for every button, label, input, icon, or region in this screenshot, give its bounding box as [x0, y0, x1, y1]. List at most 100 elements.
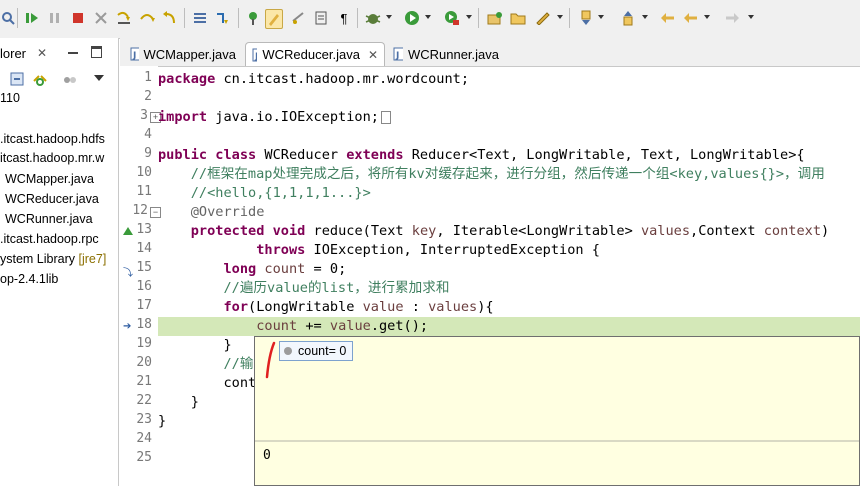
tree-label: itcast.hadoop.mr.w: [0, 151, 105, 165]
package-node[interactable]: itcast.hadoop.mr.w: [0, 151, 104, 165]
code-line: //框架在map处理完成之后，将所有kv对缓存起来，进行分组，然后传递一个组<k…: [158, 166, 825, 182]
line-number: 23: [136, 412, 152, 427]
tab-wcmapper[interactable]: J WCMapper.java: [124, 42, 242, 66]
suspend-icon[interactable]: [47, 9, 63, 27]
current-line-highlight: count += value.get();: [158, 317, 860, 336]
paragraph-icon[interactable]: ¶: [336, 9, 352, 27]
code-line: }: [158, 337, 232, 353]
package-node[interactable]: .itcast.hadoop.rpc: [0, 232, 99, 246]
package-node[interactable]: .itcast.hadoop.hdfs: [0, 132, 105, 146]
library-node[interactable]: op-2.4.1lib: [0, 272, 58, 286]
run-external-tools-icon[interactable]: [444, 9, 460, 27]
library-node[interactable]: ystem Library [jre7]: [0, 252, 106, 266]
code-line: throws IOException, InterruptedException…: [256, 242, 600, 258]
svg-text:J: J: [132, 51, 136, 61]
file-node-wcmapper[interactable]: WCMapper.java: [5, 172, 94, 186]
local-variable-icon: [284, 347, 292, 355]
toggle-block-selection-icon[interactable]: [290, 9, 306, 27]
tree-label: .itcast.hadoop.rpc: [0, 232, 99, 246]
explorer-tab-label[interactable]: lorer: [0, 46, 26, 61]
explorer-tab: lorer ✕: [0, 38, 118, 66]
step-over-icon[interactable]: [139, 9, 155, 27]
line-number: 25: [136, 450, 152, 465]
code-line: //<hello,{1,1,1,1...}>: [158, 185, 371, 201]
maximize-icon[interactable]: [91, 46, 102, 58]
line-number: 14: [136, 241, 152, 256]
step-into-icon[interactable]: [116, 9, 132, 27]
show-whitespace-icon[interactable]: [313, 9, 329, 27]
line-number: 3: [140, 108, 148, 123]
folded-import-box: [380, 110, 391, 124]
tab-wcreducer[interactable]: J WCReducer.java ✕: [245, 42, 385, 66]
previous-annotation-icon[interactable]: [620, 9, 636, 27]
collapse-all-icon[interactable]: [10, 72, 24, 91]
java-file-icon: J: [252, 48, 258, 62]
tab-close-icon[interactable]: ✕: [368, 48, 378, 62]
skip-breakpoints-icon[interactable]: [0, 9, 16, 27]
variable-label: count= 0: [298, 344, 347, 358]
line-number: 1: [144, 70, 152, 85]
line-number: 21: [136, 374, 152, 389]
view-menu-icon[interactable]: [94, 75, 104, 81]
code-line: }: [158, 394, 199, 410]
minimize-icon[interactable]: [68, 52, 78, 54]
line-number: 2: [144, 89, 152, 104]
toggle-mark-occurrences-icon[interactable]: [265, 9, 283, 29]
tree-label: WCReducer.java: [5, 192, 99, 206]
red-annotation-stroke-icon: [265, 341, 276, 379]
variable-inspect-popup: count= 0 0: [254, 336, 860, 486]
terminate-icon[interactable]: [70, 9, 86, 27]
tab-wcrunner[interactable]: J WCRunner.java: [387, 42, 505, 66]
tab-label: WCMapper.java: [143, 46, 236, 62]
disconnect-icon[interactable]: [93, 9, 109, 27]
explorer-close-icon[interactable]: ✕: [37, 46, 47, 60]
use-step-filters-icon[interactable]: [215, 9, 231, 27]
line-number: 4: [144, 127, 152, 142]
line-number: 24: [136, 431, 152, 446]
popup-detail-pane[interactable]: 0: [255, 442, 859, 485]
back-icon[interactable]: [683, 9, 699, 27]
override-marker-icon: [123, 227, 133, 235]
code-line: import java.io.IOException;: [158, 108, 391, 127]
step-return-icon[interactable]: [162, 9, 178, 27]
forward-icon[interactable]: [724, 9, 740, 27]
jre-tag: [jre7]: [78, 252, 107, 266]
resume-icon[interactable]: [24, 9, 40, 27]
code-line: protected void reduce(Text key, Iterable…: [190, 223, 830, 239]
code-line: for(LongWritable value : values){: [223, 299, 494, 315]
detail-value: 0: [263, 448, 271, 463]
file-node-wcrunner[interactable]: WCRunner.java: [5, 212, 93, 226]
new-java-package-icon[interactable]: [487, 9, 503, 27]
code-line: long count = 0;: [223, 261, 347, 277]
code-line: public class WCReducer extends Reducer<T…: [158, 147, 805, 163]
tree-label: WCRunner.java: [5, 212, 93, 226]
code-line: cont: [158, 375, 257, 391]
run-icon[interactable]: [404, 9, 420, 27]
java-file-icon: J: [130, 47, 139, 61]
line-number: 18: [136, 317, 152, 332]
tree-label: ystem Library: [0, 252, 76, 266]
open-folder-icon[interactable]: [510, 9, 526, 27]
pencil-icon[interactable]: [535, 9, 551, 27]
next-annotation-icon[interactable]: [578, 9, 594, 27]
line-number: 16: [136, 279, 152, 294]
line-number: 12: [132, 203, 148, 218]
run-to-line-icon[interactable]: [245, 9, 261, 27]
file-node-wcreducer[interactable]: WCReducer.java: [5, 192, 99, 206]
drop-to-frame-icon[interactable]: [192, 9, 208, 27]
last-edit-location-icon[interactable]: [660, 9, 676, 27]
line-number: 15: [136, 260, 152, 275]
line-number: 13: [136, 222, 152, 237]
link-with-editor-icon[interactable]: [32, 72, 48, 91]
project-node[interactable]: 110: [0, 91, 20, 105]
filter-icon[interactable]: [63, 73, 77, 91]
line-number-gutter: 1 2 3 4 9 10 11 12 13 14 15 16 17 18 19 …: [120, 66, 161, 486]
tab-label: WCReducer.java: [262, 47, 360, 62]
tree-label: 110: [0, 91, 20, 105]
instruction-pointer-icon: ➔: [123, 321, 132, 332]
line-number: 9: [144, 146, 152, 161]
debug-frame-marker-icon: ⤵: [123, 268, 133, 279]
line-number: 10: [136, 165, 152, 180]
debug-icon[interactable]: [365, 9, 381, 27]
variable-item[interactable]: count= 0: [279, 341, 354, 361]
